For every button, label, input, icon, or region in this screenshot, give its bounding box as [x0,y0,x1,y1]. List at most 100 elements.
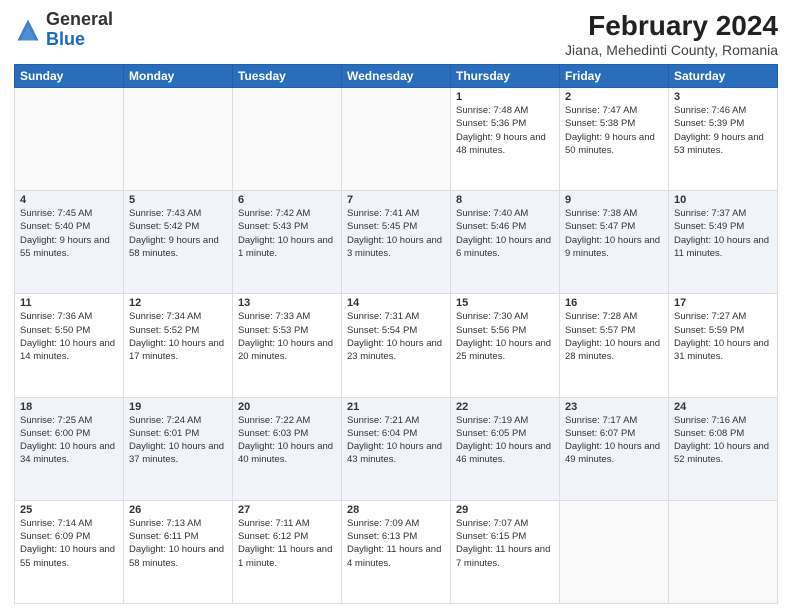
header-tuesday: Tuesday [233,65,342,88]
table-row: 8Sunrise: 7:40 AM Sunset: 5:46 PM Daylig… [451,191,560,294]
logo-general: General [46,9,113,29]
day-number: 1 [456,91,554,103]
logo-blue: Blue [46,29,85,49]
day-content: Sunrise: 7:24 AM Sunset: 6:01 PM Dayligh… [129,414,227,467]
table-row: 22Sunrise: 7:19 AM Sunset: 6:05 PM Dayli… [451,397,560,500]
table-row: 26Sunrise: 7:13 AM Sunset: 6:11 PM Dayli… [124,500,233,603]
day-number: 29 [456,504,554,516]
day-content: Sunrise: 7:09 AM Sunset: 6:13 PM Dayligh… [347,517,445,570]
day-content: Sunrise: 7:38 AM Sunset: 5:47 PM Dayligh… [565,207,663,260]
header-friday: Friday [560,65,669,88]
day-content: Sunrise: 7:46 AM Sunset: 5:39 PM Dayligh… [674,104,772,157]
day-number: 12 [129,297,227,309]
day-content: Sunrise: 7:25 AM Sunset: 6:00 PM Dayligh… [20,414,118,467]
table-row: 2Sunrise: 7:47 AM Sunset: 5:38 PM Daylig… [560,88,669,191]
day-number: 8 [456,194,554,206]
day-number: 11 [20,297,118,309]
day-content: Sunrise: 7:19 AM Sunset: 6:05 PM Dayligh… [456,414,554,467]
day-content: Sunrise: 7:33 AM Sunset: 5:53 PM Dayligh… [238,310,336,363]
table-row: 23Sunrise: 7:17 AM Sunset: 6:07 PM Dayli… [560,397,669,500]
day-number: 19 [129,401,227,413]
day-number: 6 [238,194,336,206]
table-row: 19Sunrise: 7:24 AM Sunset: 6:01 PM Dayli… [124,397,233,500]
table-row: 29Sunrise: 7:07 AM Sunset: 6:15 PM Dayli… [451,500,560,603]
header-monday: Monday [124,65,233,88]
table-row: 25Sunrise: 7:14 AM Sunset: 6:09 PM Dayli… [15,500,124,603]
day-number: 25 [20,504,118,516]
table-row [124,88,233,191]
day-content: Sunrise: 7:47 AM Sunset: 5:38 PM Dayligh… [565,104,663,157]
day-number: 9 [565,194,663,206]
table-row: 10Sunrise: 7:37 AM Sunset: 5:49 PM Dayli… [669,191,778,294]
day-number: 23 [565,401,663,413]
title-block: February 2024 Jiana, Mehedinti County, R… [565,10,778,58]
table-row: 4Sunrise: 7:45 AM Sunset: 5:40 PM Daylig… [15,191,124,294]
header: General Blue February 2024 Jiana, Mehedi… [14,10,778,58]
table-row [233,88,342,191]
day-number: 14 [347,297,445,309]
table-row [560,500,669,603]
table-row: 3Sunrise: 7:46 AM Sunset: 5:39 PM Daylig… [669,88,778,191]
calendar-header-row: Sunday Monday Tuesday Wednesday Thursday… [15,65,778,88]
day-content: Sunrise: 7:34 AM Sunset: 5:52 PM Dayligh… [129,310,227,363]
day-number: 26 [129,504,227,516]
calendar-title: February 2024 [565,10,778,42]
table-row: 24Sunrise: 7:16 AM Sunset: 6:08 PM Dayli… [669,397,778,500]
day-content: Sunrise: 7:16 AM Sunset: 6:08 PM Dayligh… [674,414,772,467]
calendar-week-row: 25Sunrise: 7:14 AM Sunset: 6:09 PM Dayli… [15,500,778,603]
day-content: Sunrise: 7:45 AM Sunset: 5:40 PM Dayligh… [20,207,118,260]
day-content: Sunrise: 7:28 AM Sunset: 5:57 PM Dayligh… [565,310,663,363]
day-number: 22 [456,401,554,413]
table-row: 21Sunrise: 7:21 AM Sunset: 6:04 PM Dayli… [342,397,451,500]
day-content: Sunrise: 7:07 AM Sunset: 6:15 PM Dayligh… [456,517,554,570]
table-row: 17Sunrise: 7:27 AM Sunset: 5:59 PM Dayli… [669,294,778,397]
table-row: 6Sunrise: 7:42 AM Sunset: 5:43 PM Daylig… [233,191,342,294]
day-content: Sunrise: 7:40 AM Sunset: 5:46 PM Dayligh… [456,207,554,260]
table-row: 9Sunrise: 7:38 AM Sunset: 5:47 PM Daylig… [560,191,669,294]
table-row [342,88,451,191]
day-content: Sunrise: 7:13 AM Sunset: 6:11 PM Dayligh… [129,517,227,570]
day-number: 3 [674,91,772,103]
day-number: 24 [674,401,772,413]
day-number: 18 [20,401,118,413]
calendar-week-row: 11Sunrise: 7:36 AM Sunset: 5:50 PM Dayli… [15,294,778,397]
calendar-week-row: 4Sunrise: 7:45 AM Sunset: 5:40 PM Daylig… [15,191,778,294]
table-row: 27Sunrise: 7:11 AM Sunset: 6:12 PM Dayli… [233,500,342,603]
table-row: 14Sunrise: 7:31 AM Sunset: 5:54 PM Dayli… [342,294,451,397]
table-row: 1Sunrise: 7:48 AM Sunset: 5:36 PM Daylig… [451,88,560,191]
day-number: 28 [347,504,445,516]
day-content: Sunrise: 7:22 AM Sunset: 6:03 PM Dayligh… [238,414,336,467]
day-number: 10 [674,194,772,206]
table-row: 13Sunrise: 7:33 AM Sunset: 5:53 PM Dayli… [233,294,342,397]
day-content: Sunrise: 7:31 AM Sunset: 5:54 PM Dayligh… [347,310,445,363]
day-number: 4 [20,194,118,206]
day-number: 2 [565,91,663,103]
calendar-week-row: 18Sunrise: 7:25 AM Sunset: 6:00 PM Dayli… [15,397,778,500]
day-content: Sunrise: 7:17 AM Sunset: 6:07 PM Dayligh… [565,414,663,467]
logo-icon [14,16,42,44]
table-row: 28Sunrise: 7:09 AM Sunset: 6:13 PM Dayli… [342,500,451,603]
table-row: 18Sunrise: 7:25 AM Sunset: 6:00 PM Dayli… [15,397,124,500]
logo-text: General Blue [46,10,113,50]
table-row: 12Sunrise: 7:34 AM Sunset: 5:52 PM Dayli… [124,294,233,397]
day-content: Sunrise: 7:48 AM Sunset: 5:36 PM Dayligh… [456,104,554,157]
calendar-subtitle: Jiana, Mehedinti County, Romania [565,42,778,58]
table-row: 15Sunrise: 7:30 AM Sunset: 5:56 PM Dayli… [451,294,560,397]
day-content: Sunrise: 7:43 AM Sunset: 5:42 PM Dayligh… [129,207,227,260]
day-content: Sunrise: 7:41 AM Sunset: 5:45 PM Dayligh… [347,207,445,260]
table-row: 20Sunrise: 7:22 AM Sunset: 6:03 PM Dayli… [233,397,342,500]
calendar-week-row: 1Sunrise: 7:48 AM Sunset: 5:36 PM Daylig… [15,88,778,191]
table-row: 5Sunrise: 7:43 AM Sunset: 5:42 PM Daylig… [124,191,233,294]
day-number: 7 [347,194,445,206]
day-content: Sunrise: 7:36 AM Sunset: 5:50 PM Dayligh… [20,310,118,363]
day-number: 5 [129,194,227,206]
day-content: Sunrise: 7:14 AM Sunset: 6:09 PM Dayligh… [20,517,118,570]
day-number: 16 [565,297,663,309]
header-thursday: Thursday [451,65,560,88]
header-saturday: Saturday [669,65,778,88]
logo: General Blue [14,10,113,50]
day-number: 27 [238,504,336,516]
header-wednesday: Wednesday [342,65,451,88]
day-content: Sunrise: 7:37 AM Sunset: 5:49 PM Dayligh… [674,207,772,260]
day-number: 17 [674,297,772,309]
